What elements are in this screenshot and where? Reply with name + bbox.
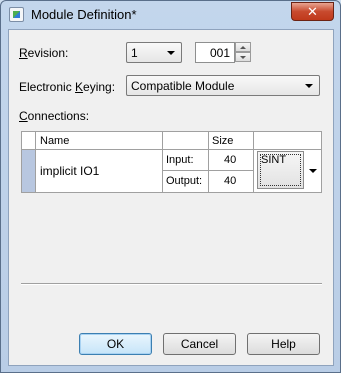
keying-value: Compatible Module — [131, 79, 235, 93]
column-header-blank[interactable] — [163, 132, 209, 150]
dialog-body: Revision: 1 001 Electronic Keying: Compa… — [8, 29, 334, 366]
column-header-type[interactable] — [254, 132, 321, 150]
corner-header — [22, 132, 36, 150]
close-icon: ✕ — [307, 3, 318, 19]
dialog-window: Module Definition* ✕ Revision: 1 001 Ele… — [0, 0, 341, 373]
chevron-down-icon — [305, 84, 313, 88]
output-size-cell[interactable]: 40 — [209, 171, 254, 192]
revision-label: Revision: — [19, 46, 69, 60]
help-button[interactable]: Help — [247, 333, 320, 355]
spin-up-button[interactable] — [235, 42, 251, 52]
column-header-name[interactable]: Name — [36, 132, 163, 150]
keying-label: Electronic Keying: — [19, 80, 116, 94]
input-size-cell[interactable]: 40 — [209, 150, 254, 171]
app-icon — [9, 7, 24, 22]
output-label-cell: Output: — [163, 171, 209, 192]
revision-major-value: 1 — [131, 46, 138, 60]
close-button[interactable]: ✕ — [291, 2, 334, 21]
arrow-down-icon — [240, 56, 246, 59]
connections-label: Connections: — [19, 109, 90, 123]
spin-down-button[interactable] — [235, 52, 251, 62]
chevron-down-icon — [167, 51, 175, 55]
window-title: Module Definition* — [31, 7, 137, 22]
arrow-up-icon — [240, 46, 246, 49]
keying-select[interactable]: Compatible Module — [126, 75, 320, 96]
data-type-button[interactable]: SINT — [257, 151, 304, 189]
revision-minor-spinner[interactable] — [235, 42, 251, 63]
connection-name: implicit IO1 — [40, 164, 100, 178]
revision-major-select[interactable]: 1 — [126, 42, 182, 63]
data-type-cell[interactable]: SINT — [254, 150, 321, 192]
revision-minor-value: 001 — [209, 46, 230, 60]
chevron-down-icon[interactable] — [309, 169, 317, 173]
connection-name-cell[interactable]: implicit IO1 — [36, 150, 163, 192]
ok-button[interactable]: OK — [79, 333, 152, 355]
input-label: Input: — [166, 154, 194, 166]
column-header-size[interactable]: Size — [209, 132, 254, 150]
revision-minor-input[interactable]: 001 — [195, 42, 235, 63]
name-header-label: Name — [40, 135, 70, 147]
separator — [21, 283, 322, 285]
size-header-label: Size — [212, 135, 234, 147]
connections-table: Name Size implicit IO1 Input: 40 Output: — [21, 131, 322, 193]
output-size-value: 40 — [224, 175, 237, 187]
input-size-value: 40 — [224, 154, 237, 166]
title-bar[interactable]: Module Definition* ✕ — [1, 1, 340, 28]
input-label-cell: Input: — [163, 150, 209, 171]
output-label: Output: — [166, 175, 203, 187]
row-selector[interactable] — [22, 150, 36, 192]
cancel-button[interactable]: Cancel — [163, 333, 236, 355]
data-type-value: SINT — [261, 154, 287, 166]
